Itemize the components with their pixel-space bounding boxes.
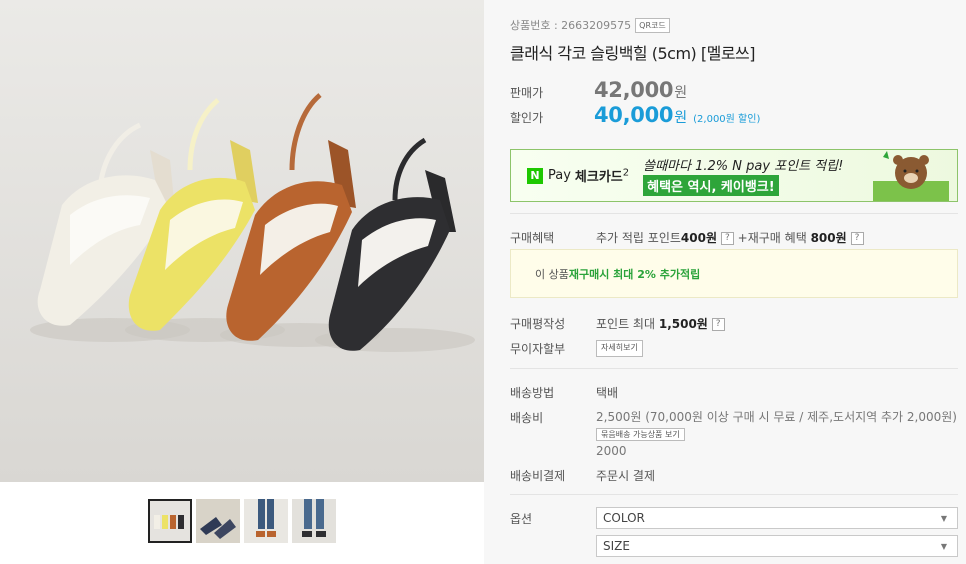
shipping-fee-detail: 2,500원 (70,000원 이상 구매 시 무료 / 제주,도서지역 추가 … — [596, 409, 966, 459]
color-select-value: COLOR — [603, 511, 645, 525]
shipping-fee-extra: 2000 — [596, 444, 627, 458]
thumbnail-4[interactable] — [292, 499, 336, 543]
shipping-pay-row: 배송비결제 주문시 결제 — [510, 467, 655, 484]
shipping-pay-label: 배송비결제 — [510, 469, 566, 483]
npay-pay-text: Pay — [548, 168, 571, 183]
installment-row: 무이자할부 자세히보기 — [510, 340, 643, 357]
sale-price-label: 할인가 — [510, 111, 544, 125]
purchase-benefit-row: 구매혜택 추가 적립 포인트400원 ? +재구매 혜택 800원 ? — [510, 229, 864, 246]
bear-character-icon — [873, 151, 949, 201]
options-label: 옵션 — [510, 512, 533, 526]
notice-highlight: 재구매시 최대 2% 추가적립 — [568, 267, 701, 281]
benefit-rebuy: 800원 — [810, 231, 847, 245]
original-price-value: 42,000 — [594, 78, 674, 102]
review-row: 구매평작성 포인트 최대 1,500원 ? — [510, 315, 725, 332]
thumbnail-model-image — [292, 499, 336, 543]
shipping-method-row: 배송방법 택배 — [510, 384, 618, 401]
thumbnail-shoes-image — [196, 499, 240, 543]
divider — [510, 213, 958, 214]
thumbnail-strip — [148, 499, 336, 543]
thumbnail-shoes-image — [150, 501, 190, 541]
help-icon[interactable]: ? — [850, 232, 864, 245]
divider — [510, 494, 958, 495]
qr-code-button[interactable]: QR코드 — [635, 17, 670, 33]
shipping-method-value: 택배 — [596, 386, 619, 400]
thumbnail-model-image — [244, 499, 288, 543]
shipping-fee-text: 2,500원 (70,000원 이상 구매 시 무료 / 제주,도서지역 추가 … — [596, 410, 957, 424]
sale-price-value: 40,000 — [594, 103, 674, 127]
shipping-fee-label: 배송비 — [510, 411, 544, 425]
npay-promo-line2: 혜택은 역시, 케이뱅크! — [643, 175, 779, 196]
product-number-text: 상품번호 : 2663209575 — [510, 19, 632, 32]
npay-logo-icon: N — [527, 167, 543, 184]
size-select-value: SIZE — [603, 539, 630, 553]
product-title: 클래식 각코 슬링백힐 (5cm) [멜로쓰] — [510, 44, 756, 63]
discount-note: (2,000원 할인) — [693, 114, 761, 125]
chevron-down-icon: ▼ — [940, 541, 947, 551]
help-icon[interactable]: ? — [711, 318, 725, 331]
npay-promo-line1: 쓸때마다 1.2% N pay 포인트 적립! — [643, 159, 844, 174]
product-number: 상품번호 : 2663209575 QR코드 — [510, 17, 670, 33]
notice-prefix: 이 상품 — [535, 267, 569, 281]
thumbnail-3[interactable] — [244, 499, 288, 543]
installment-detail-button[interactable]: 자세히보기 — [596, 340, 643, 357]
benefit-points: 400원 — [680, 231, 718, 245]
original-price-label: 판매가 — [510, 86, 544, 100]
shipping-fee-row: 배송비 2,500원 (70,000원 이상 구매 시 무료 / 제주,도서지역… — [510, 409, 966, 459]
size-select[interactable]: SIZE ▼ — [596, 535, 958, 557]
npay-banner[interactable]: N Pay 체크카드2 쓸때마다 1.2% N pay 포인트 적립! 혜택은 … — [510, 149, 958, 202]
chevron-down-icon: ▼ — [940, 513, 947, 523]
original-price-row: 판매가 42,000 원 — [510, 78, 687, 102]
installment-label: 무이자할부 — [510, 342, 566, 356]
color-select[interactable]: COLOR ▼ — [596, 507, 958, 529]
review-label: 구매평작성 — [510, 317, 566, 331]
main-product-image[interactable] — [0, 0, 484, 482]
product-info-panel: 상품번호 : 2663209575 QR코드 클래식 각코 슬링백힐 (5cm)… — [484, 0, 966, 564]
npay-card-text: 체크카드2 — [574, 167, 630, 185]
shipping-method-label: 배송방법 — [510, 386, 555, 400]
review-text: 포인트 최대 — [596, 317, 656, 331]
sale-price-row: 할인가 40,000 원 (2,000원 할인) — [510, 103, 760, 127]
shipping-pay-value: 주문시 결제 — [596, 469, 656, 483]
options-label-row: 옵션 — [510, 510, 596, 527]
help-icon[interactable]: ? — [720, 232, 734, 245]
sale-price-currency: 원 — [674, 110, 688, 126]
original-price-currency: 원 — [674, 85, 688, 101]
review-value: 1,500원 — [658, 317, 708, 331]
npay-promo: 쓸때마다 1.2% N pay 포인트 적립! 혜택은 역시, 케이뱅크! — [643, 155, 843, 196]
reorder-notice: 이 상품 재구매시 최대 2% 추가적립 — [510, 249, 958, 298]
slingback-shoes-illustration — [0, 0, 484, 482]
thumbnail-2[interactable] — [196, 499, 240, 543]
product-gallery — [0, 0, 484, 564]
bundle-shipping-button[interactable]: 묶음배송 가능상품 보기 — [596, 428, 685, 441]
benefit-text1: 추가 적립 포인트 — [596, 231, 681, 245]
divider — [510, 368, 958, 369]
benefit-text2: +재구매 혜택 — [737, 231, 807, 245]
purchase-benefit-label: 구매혜택 — [510, 231, 555, 245]
thumbnail-1[interactable] — [148, 499, 192, 543]
